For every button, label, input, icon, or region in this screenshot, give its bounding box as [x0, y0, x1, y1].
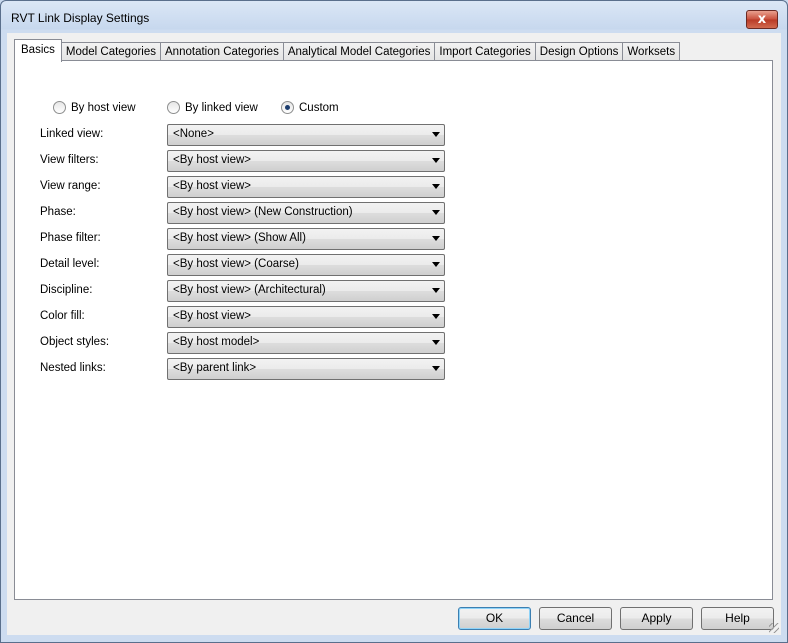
- tab-model-categories[interactable]: Model Categories: [60, 42, 162, 62]
- tab-analytical-model-categories[interactable]: Analytical Model Categories: [282, 42, 436, 62]
- tab-design-options[interactable]: Design Options: [534, 42, 624, 62]
- field-label: Nested links:: [40, 362, 106, 374]
- object-styles-dropdown[interactable]: <By host model>: [167, 332, 445, 354]
- field-phase: Phase: <By host view> (New Construction): [40, 202, 460, 224]
- resize-grip-icon[interactable]: [769, 623, 779, 633]
- field-nested-links: Nested links: <By parent link>: [40, 358, 460, 380]
- radio-custom[interactable]: Custom: [281, 101, 339, 114]
- field-label: Phase filter:: [40, 232, 101, 244]
- dropdown-value: <By host view>: [173, 180, 251, 192]
- ok-button[interactable]: OK: [458, 607, 531, 630]
- tab-basics[interactable]: Basics: [14, 39, 62, 62]
- radio-label: By linked view: [185, 101, 258, 114]
- field-label: View range:: [40, 180, 101, 192]
- dropdown-value: <By host view>: [173, 310, 251, 322]
- phase-dropdown[interactable]: <By host view> (New Construction): [167, 202, 445, 224]
- basics-panel: By host view By linked view Custom Linke…: [14, 60, 773, 600]
- tab-worksets[interactable]: Worksets: [622, 42, 681, 62]
- view-range-dropdown[interactable]: <By host view>: [167, 176, 445, 198]
- discipline-dropdown[interactable]: <By host view> (Architectural): [167, 280, 445, 302]
- linked-view-dropdown[interactable]: <None>: [167, 124, 445, 146]
- tab-annotation-categories[interactable]: Annotation Categories: [160, 42, 284, 62]
- field-label: Phase:: [40, 206, 76, 218]
- chevron-down-icon: [432, 210, 440, 215]
- radio-label: Custom: [299, 101, 339, 114]
- help-button[interactable]: Help: [701, 607, 774, 630]
- radio-by-host-view[interactable]: By host view: [53, 101, 136, 114]
- dropdown-value: <By parent link>: [173, 362, 257, 374]
- chevron-down-icon: [432, 184, 440, 189]
- chevron-down-icon: [432, 158, 440, 163]
- field-detail-level: Detail level: <By host view> (Coarse): [40, 254, 460, 276]
- field-label: View filters:: [40, 154, 99, 166]
- radio-indicator: [53, 101, 66, 114]
- field-phase-filter: Phase filter: <By host view> (Show All): [40, 228, 460, 250]
- close-button[interactable]: x: [746, 10, 778, 29]
- chevron-down-icon: [432, 288, 440, 293]
- chevron-down-icon: [432, 262, 440, 267]
- chevron-down-icon: [432, 366, 440, 371]
- dropdown-value: <By host view> (Architectural): [173, 284, 326, 296]
- dialog-body: Basics Model Categories Annotation Categ…: [7, 33, 781, 635]
- dialog-window: RVT Link Display Settings x Basics Model…: [0, 0, 788, 643]
- color-fill-dropdown[interactable]: <By host view>: [167, 306, 445, 328]
- field-label: Object styles:: [40, 336, 110, 348]
- dropdown-value: <None>: [173, 128, 214, 140]
- view-filters-dropdown[interactable]: <By host view>: [167, 150, 445, 172]
- radio-by-linked-view[interactable]: By linked view: [167, 101, 258, 114]
- chevron-down-icon: [432, 236, 440, 241]
- field-label: Color fill:: [40, 310, 85, 322]
- apply-button[interactable]: Apply: [620, 607, 693, 630]
- title-bar[interactable]: RVT Link Display Settings x: [1, 1, 787, 33]
- field-label: Linked view:: [40, 128, 104, 140]
- window-title: RVT Link Display Settings: [11, 11, 150, 25]
- phase-filter-dropdown[interactable]: <By host view> (Show All): [167, 228, 445, 250]
- dropdown-value: <By host view> (Coarse): [173, 258, 299, 270]
- field-view-range: View range: <By host view>: [40, 176, 460, 198]
- field-view-filters: View filters: <By host view>: [40, 150, 460, 172]
- chevron-down-icon: [432, 340, 440, 345]
- field-label: Detail level:: [40, 258, 100, 270]
- dropdown-value: <By host view>: [173, 154, 251, 166]
- field-color-fill: Color fill: <By host view>: [40, 306, 460, 328]
- detail-level-dropdown[interactable]: <By host view> (Coarse): [167, 254, 445, 276]
- chevron-down-icon: [432, 132, 440, 137]
- cancel-button[interactable]: Cancel: [539, 607, 612, 630]
- radio-indicator-selected: [281, 101, 294, 114]
- field-object-styles: Object styles: <By host model>: [40, 332, 460, 354]
- radio-label: By host view: [71, 101, 136, 114]
- field-discipline: Discipline: <By host view> (Architectura…: [40, 280, 460, 302]
- dropdown-value: <By host view> (New Construction): [173, 206, 353, 218]
- tab-bar: Basics Model Categories Annotation Categ…: [14, 39, 681, 62]
- dropdown-value: <By host model>: [173, 336, 260, 348]
- nested-links-dropdown[interactable]: <By parent link>: [167, 358, 445, 380]
- close-icon: x: [757, 12, 767, 27]
- radio-indicator: [167, 101, 180, 114]
- chevron-down-icon: [432, 314, 440, 319]
- dropdown-value: <By host view> (Show All): [173, 232, 306, 244]
- field-linked-view: Linked view: <None>: [40, 124, 460, 146]
- tab-import-categories[interactable]: Import Categories: [434, 42, 536, 62]
- field-label: Discipline:: [40, 284, 93, 296]
